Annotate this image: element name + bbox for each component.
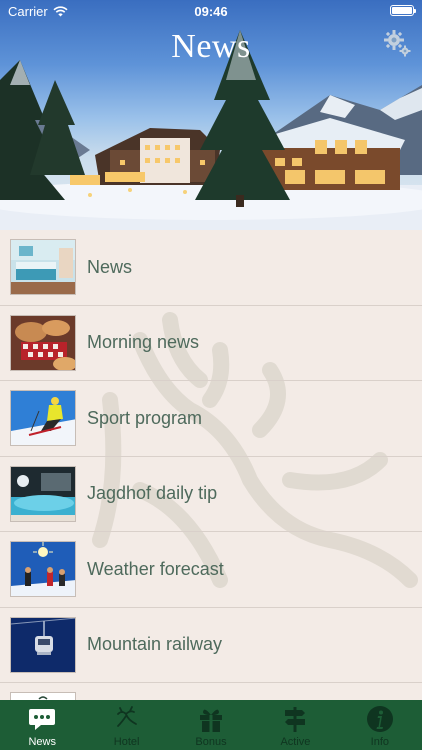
- tab-hotel[interactable]: Hotel: [84, 700, 168, 750]
- chat-bubble-icon: [29, 709, 56, 730]
- status-time: 09:46: [194, 4, 228, 19]
- list-item-morning-news[interactable]: Morning news: [0, 306, 422, 381]
- tab-news[interactable]: News: [0, 700, 84, 750]
- tab-label: News: [28, 736, 56, 748]
- list-item-label: Jagdhof daily tip: [87, 483, 218, 504]
- tab-active[interactable]: Active: [253, 700, 337, 750]
- daily-tip-thumbnail: [10, 465, 76, 522]
- battery-icon: [390, 5, 416, 16]
- news-list: News Morning news Sport program Jagdhof …: [0, 230, 422, 700]
- list-item-label: Mountain railway: [87, 634, 223, 655]
- settings-gear-icon[interactable]: [382, 28, 412, 58]
- tab-label: Hotel: [113, 736, 140, 748]
- list-item-daily-tip[interactable]: Jagdhof daily tip: [0, 457, 422, 532]
- signpost-icon: [285, 707, 306, 732]
- list-item-label: Morning news: [87, 332, 200, 353]
- page-title: News: [171, 28, 251, 65]
- status-bar: Carrier 09:46: [0, 0, 422, 22]
- tab-info[interactable]: Info: [338, 700, 422, 750]
- list-item-mountain-railway[interactable]: Mountain railway: [0, 608, 422, 683]
- weather-forecast-thumbnail: [10, 541, 76, 597]
- info-icon: [366, 706, 393, 732]
- tab-bonus[interactable]: Bonus: [169, 700, 253, 750]
- gift-icon: [200, 709, 223, 732]
- list-item-label: News: [87, 256, 133, 277]
- tab-label: Bonus: [195, 736, 227, 748]
- list-item-label: Weather forecast: [87, 558, 224, 579]
- deer-icon: [116, 706, 137, 727]
- list-item-news[interactable]: News: [0, 230, 422, 306]
- tab-bar: News Hotel Bonus Active Info: [0, 700, 422, 750]
- list-item-sport-program[interactable]: Sport program: [0, 381, 422, 457]
- news-thumbnail: [10, 239, 76, 295]
- list-item-weather-forecast[interactable]: Weather forecast: [0, 532, 422, 608]
- mountain-railway-thumbnail: [10, 616, 76, 673]
- list-item-partial[interactable]: [0, 683, 422, 700]
- tab-label: Active: [280, 736, 311, 748]
- tab-label: Info: [370, 736, 389, 748]
- morning-news-thumbnail: [10, 314, 76, 371]
- partial-thumbnail: [10, 692, 76, 700]
- list-item-label: Sport program: [87, 407, 203, 428]
- sport-program-thumbnail: [10, 390, 76, 446]
